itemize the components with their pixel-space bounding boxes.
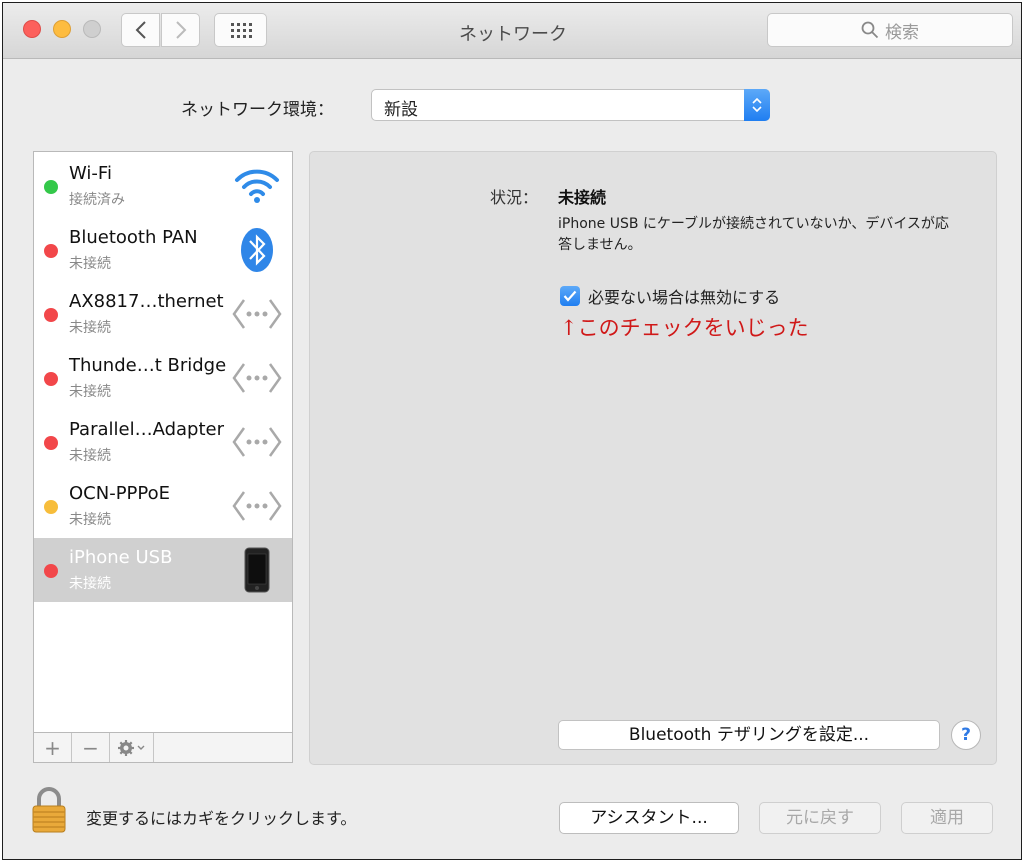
search-placeholder: 検索: [885, 22, 919, 43]
remove-service-button[interactable]: −: [72, 733, 110, 762]
lock-message: 変更するにはカギをクリックします。: [86, 809, 357, 828]
service-status: 未接続: [69, 384, 111, 400]
service-detail-panel: 状況： 未接続 iPhone USB にケーブルが接続されていないか、デバイスが…: [309, 151, 997, 765]
service-status: 未接続: [69, 512, 111, 528]
ethernet-icon: [232, 292, 282, 336]
checkmark-icon: [563, 290, 577, 302]
add-service-button[interactable]: +: [34, 733, 72, 762]
status-dot: [44, 436, 58, 450]
bluetooth-icon: [232, 228, 282, 272]
status-label: 状況：: [490, 188, 539, 207]
service-status: 未接続: [69, 448, 111, 464]
service-name: iPhone USB: [69, 547, 173, 568]
ethernet-icon: [232, 420, 282, 464]
status-dot: [44, 244, 58, 258]
service-status: 未接続: [69, 256, 111, 272]
disable-when-not-needed-row[interactable]: 必要ない場合は無効にする: [560, 284, 780, 308]
status-description: iPhone USB にケーブルが接続されていないか、デバイスが応答しません。: [558, 216, 949, 253]
service-status: 未接続: [69, 576, 111, 592]
network-preferences-window: ネットワーク 検索 ネットワーク環境： 新設 Wi-Fi 接続済み Bluetoot…: [2, 2, 1022, 860]
revert-button[interactable]: 元に戻す: [759, 802, 881, 834]
help-button[interactable]: ?: [951, 720, 981, 750]
close-window-button[interactable]: [23, 20, 41, 38]
service-item[interactable]: AX8817…thernet 未接続: [34, 282, 292, 346]
search-icon: [861, 21, 879, 39]
title-bar: ネットワーク 検索: [3, 3, 1021, 59]
apply-button[interactable]: 適用: [901, 802, 993, 834]
service-list-toolbar: + −: [34, 732, 292, 762]
status-value: 未接続: [558, 188, 607, 207]
location-value: 新設: [384, 100, 418, 120]
status-dot: [44, 500, 58, 514]
zoom-window-button[interactable]: [83, 20, 101, 38]
service-name: AX8817…thernet: [69, 291, 224, 312]
window-title: ネットワーク: [459, 24, 567, 45]
wifi-icon: [232, 164, 282, 208]
service-name: Parallel…Adapter: [69, 419, 224, 440]
service-name: Wi-Fi: [69, 163, 112, 184]
service-status: 接続済み: [69, 192, 125, 208]
search-field[interactable]: 検索: [767, 13, 1013, 47]
service-item[interactable]: Thunde…t Bridge 未接続: [34, 346, 292, 410]
forward-button[interactable]: [161, 13, 200, 47]
bluetooth-tethering-button[interactable]: Bluetooth テザリングを設定...: [558, 720, 940, 750]
service-name: Thunde…t Bridge: [69, 355, 227, 376]
service-item[interactable]: OCN-PPPoE 未接続: [34, 474, 292, 538]
service-status: 未接続: [69, 320, 111, 336]
chevron-right-icon: [175, 21, 186, 39]
status-dot: [44, 308, 58, 322]
location-select[interactable]: 新設: [371, 89, 770, 121]
show-all-button[interactable]: [214, 13, 267, 47]
ethernet-icon: [232, 484, 282, 528]
service-name: Bluetooth PAN: [69, 227, 198, 248]
service-item[interactable]: Wi-Fi 接続済み: [34, 154, 292, 218]
ethernet-icon: [232, 356, 282, 400]
minimize-window-button[interactable]: [53, 20, 71, 38]
annotation-text: ↑このチェックをいじった: [560, 316, 809, 340]
assistant-button[interactable]: アシスタント...: [559, 802, 739, 834]
service-item[interactable]: Bluetooth PAN 未接続: [34, 218, 292, 282]
select-arrows-icon: [744, 89, 770, 121]
disable-when-not-needed-checkbox[interactable]: [560, 286, 580, 306]
status-dot: [44, 180, 58, 194]
location-label: ネットワーク環境：: [181, 100, 334, 120]
grid-icon: [230, 23, 252, 38]
service-item[interactable]: Parallel…Adapter 未接続: [34, 410, 292, 474]
status-dot: [44, 564, 58, 578]
checkbox-label: 必要ない場合は無効にする: [588, 288, 781, 307]
service-list: Wi-Fi 接続済み Bluetooth PAN 未接続 AX8817…thernet 未…: [33, 151, 293, 763]
lock-icon[interactable]: [31, 787, 67, 833]
back-button[interactable]: [121, 13, 160, 47]
action-menu-button[interactable]: [110, 733, 154, 762]
service-name: OCN-PPPoE: [69, 483, 171, 504]
chevron-left-icon: [135, 21, 146, 39]
status-dot: [44, 372, 58, 386]
service-item[interactable]: iPhone USB 未接続: [34, 538, 292, 602]
iphone-icon: [232, 547, 282, 593]
gear-icon: [117, 739, 144, 756]
